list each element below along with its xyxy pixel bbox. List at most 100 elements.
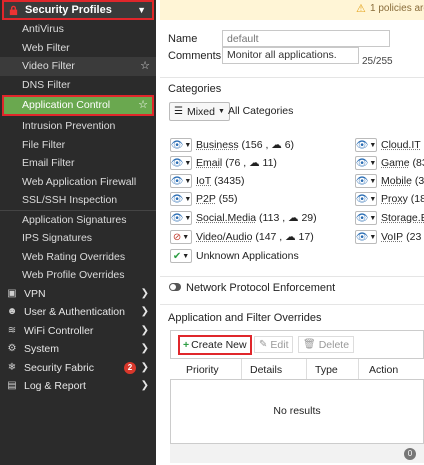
- sidebar-item-system[interactable]: ⚙ System ❯: [0, 340, 156, 359]
- category-name[interactable]: Email: [196, 157, 222, 169]
- sidebar-item-label: Log & Report: [24, 380, 86, 392]
- sidebar-item-label: VPN: [24, 287, 46, 300]
- comments-char-count: 25/255: [362, 56, 393, 67]
- sidebar-item-application-control[interactable]: Application Control ☆: [2, 95, 154, 116]
- star-icon[interactable]: ☆: [140, 57, 150, 76]
- main-content: ⚠ 1 policies are Name Comments Monitor a…: [160, 0, 424, 465]
- category-name[interactable]: IoT: [196, 175, 211, 187]
- gear-icon: ⚙: [7, 343, 17, 354]
- chevron-right-icon: ❯: [140, 343, 149, 354]
- sidebar-item-web-application-firewall[interactable]: Web Application Firewall: [0, 173, 156, 192]
- category-action-dropdown[interactable]: 👁 ▼: [170, 138, 192, 152]
- category-name[interactable]: Storage.Ba: [381, 212, 424, 224]
- column-header-type[interactable]: Type: [315, 364, 338, 376]
- category-name[interactable]: Game: [381, 157, 410, 169]
- sidebar-item-antivirus[interactable]: AntiVirus: [0, 20, 156, 39]
- edit-button[interactable]: ✎ Edit: [254, 336, 294, 353]
- category-name[interactable]: Cloud.IT: [381, 139, 421, 151]
- category-count: (3: [414, 175, 424, 187]
- sidebar-item-intrusion-prevention[interactable]: Intrusion Prevention: [0, 117, 156, 136]
- category-action-dropdown[interactable]: 👁 ▼: [170, 192, 192, 206]
- column-header-action[interactable]: Action: [369, 364, 398, 376]
- divider: [160, 77, 424, 78]
- category-name[interactable]: Video/Audio: [196, 231, 252, 243]
- sidebar-item-application-signatures[interactable]: Application Signatures: [0, 211, 156, 230]
- category-action-dropdown[interactable]: 👁 ▼: [355, 138, 377, 152]
- column-header-priority[interactable]: Priority: [186, 364, 219, 376]
- create-new-button[interactable]: + Create New: [178, 335, 252, 355]
- delete-button[interactable]: 🗑 Delete: [298, 336, 355, 353]
- category-name[interactable]: Business: [196, 139, 239, 151]
- category-action-dropdown[interactable]: 👁 ▼: [355, 192, 377, 206]
- name-input[interactable]: [222, 30, 390, 47]
- category-voip: 👁 ▼ VoIP (23: [355, 229, 421, 245]
- overrides-title: Application and Filter Overrides: [168, 312, 322, 324]
- category-count: (55): [218, 193, 238, 205]
- sidebar-item-label: Web Filter: [22, 41, 70, 54]
- divider: [160, 304, 424, 305]
- sidebar-item-log-report[interactable]: ▤ Log & Report ❯: [0, 377, 156, 396]
- table-header: Priority Details Type Action: [170, 358, 424, 380]
- sidebar-item-video-filter[interactable]: Video Filter ☆: [0, 57, 156, 76]
- category-name[interactable]: Unknown Applications: [196, 250, 299, 262]
- sidebar-item-label: Application Control: [22, 99, 111, 111]
- sidebar-item-web-profile-overrides[interactable]: Web Profile Overrides: [0, 266, 156, 285]
- category-action-dropdown[interactable]: 👁 ▼: [170, 211, 192, 225]
- comments-field[interactable]: Monitor all applications.: [222, 47, 359, 64]
- network-protocol-toggle[interactable]: [169, 283, 181, 291]
- sidebar-item-label: SSL/SSH Inspection: [22, 194, 118, 206]
- warning-banner: ⚠ 1 policies are: [160, 0, 424, 20]
- sidebar-section-security-profiles[interactable]: Security Profiles ▼: [2, 0, 154, 20]
- category-action-dropdown[interactable]: 👁 ▼: [355, 156, 377, 170]
- category-name[interactable]: VoIP: [381, 231, 403, 243]
- category-action-dropdown[interactable]: ⊘ ▼: [170, 230, 192, 244]
- sidebar: Security Profiles ▼ AntiVirus Web Filter…: [0, 0, 156, 465]
- category-action-dropdown[interactable]: 👁 ▼: [170, 156, 192, 170]
- sidebar-item-dns-filter[interactable]: DNS Filter: [0, 76, 156, 95]
- category-name[interactable]: Mobile: [381, 175, 412, 187]
- category-game: 👁▼ Game (83: [355, 155, 424, 171]
- user-icon: ☻: [6, 306, 18, 317]
- category-name[interactable]: Social.Media: [196, 212, 256, 224]
- column-header-details[interactable]: Details: [250, 364, 282, 376]
- sidebar-item-wifi-controller[interactable]: ≋ WiFi Controller ❯: [0, 322, 156, 341]
- category-email: 👁 ▼ Email (76 , ☁ 11): [170, 155, 277, 171]
- category-storage-backup: 👁▼ Storage.Ba: [355, 210, 424, 226]
- eye-icon: 👁: [170, 193, 184, 205]
- sidebar-item-security-fabric[interactable]: ❄ Security Fabric 2 ❯: [0, 359, 156, 378]
- category-name[interactable]: P2P: [196, 193, 216, 205]
- fabric-icon: ❄: [7, 361, 17, 373]
- sidebar-item-label: IPS Signatures: [22, 232, 93, 244]
- sidebar-item-vpn[interactable]: ▣ VPN ❯: [0, 285, 156, 304]
- sidebar-item-label: WiFi Controller: [24, 324, 94, 337]
- chevron-right-icon: ❯: [140, 324, 149, 336]
- category-video-audio: ⊘ ▼ Video/Audio (147 , ☁ 17): [170, 229, 314, 245]
- sidebar-item-file-filter[interactable]: File Filter: [0, 136, 156, 155]
- sidebar-item-label: Security Fabric: [24, 361, 95, 374]
- sidebar-item-ssl-ssh-inspection[interactable]: SSL/SSH Inspection: [0, 191, 156, 210]
- delete-label: Delete: [318, 338, 350, 351]
- layers-icon: ☰: [174, 106, 183, 117]
- star-icon[interactable]: ☆: [138, 97, 148, 114]
- sidebar-item-web-rating-overrides[interactable]: Web Rating Overrides: [0, 248, 156, 267]
- category-action-dropdown[interactable]: 👁 ▼: [355, 211, 377, 225]
- mixed-action-dropdown[interactable]: ☰ Mixed ▼: [169, 102, 230, 121]
- all-categories-label: All Categories: [228, 105, 294, 117]
- lock-icon: [9, 5, 18, 15]
- sidebar-item-email-filter[interactable]: Email Filter: [0, 154, 156, 173]
- sidebar-item-user-authentication[interactable]: ☻ User & Authentication ❯: [0, 303, 156, 322]
- block-icon: ⊘: [172, 231, 182, 243]
- notification-badge: 2: [124, 361, 136, 374]
- sidebar-section-label: Security Profiles: [25, 3, 112, 16]
- category-count: (156 , ☁ 6): [241, 139, 295, 151]
- category-action-dropdown[interactable]: 👁 ▼: [170, 174, 192, 188]
- category-action-dropdown[interactable]: 👁 ▼: [355, 230, 377, 244]
- create-new-label: Create New: [191, 339, 247, 351]
- category-action-dropdown[interactable]: 👁 ▼: [355, 174, 377, 188]
- category-action-dropdown[interactable]: ✔ ▼: [170, 249, 192, 263]
- category-count: (76 , ☁ 11): [225, 157, 277, 169]
- category-name[interactable]: Proxy: [381, 193, 408, 205]
- sidebar-item-ips-signatures[interactable]: IPS Signatures: [0, 229, 156, 248]
- sidebar-item-label: User & Authentication: [24, 306, 125, 318]
- sidebar-item-web-filter[interactable]: Web Filter: [0, 39, 156, 58]
